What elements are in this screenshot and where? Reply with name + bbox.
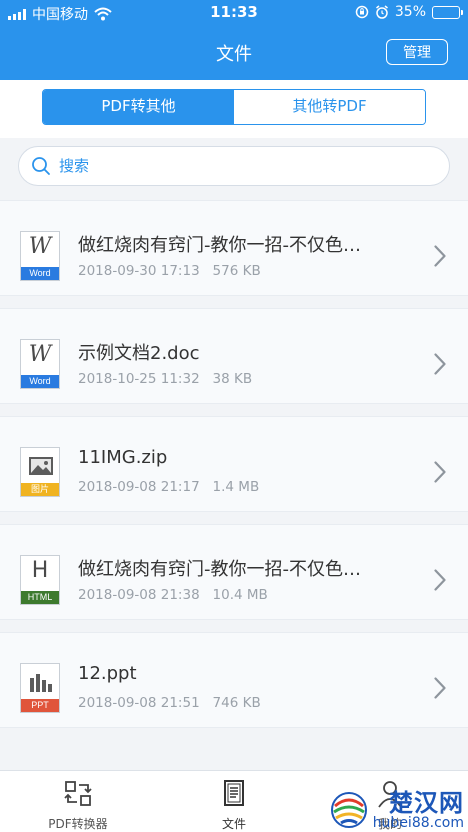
file-meta: 2018-09-08 21:38 10.4 MB (78, 587, 268, 603)
word-file-icon: W Word (20, 231, 60, 281)
file-item[interactable]: PPT 12.ppt 2018-09-08 21:51 746 KB (0, 632, 468, 728)
file-name: 做红烧肉有窍门-教你一招-不仅色… (78, 559, 361, 580)
file-size: 38 KB (212, 371, 253, 387)
segmented-control: PDF转其他 其他转PDF (42, 89, 426, 125)
segment-bar: PDF转其他 其他转PDF (0, 80, 468, 138)
file-type-tag: Word (21, 267, 59, 280)
file-date: 2018-09-30 17:13 (78, 263, 200, 279)
file-type-tag: HTML (21, 591, 59, 604)
file-date: 2018-09-08 21:17 (78, 479, 200, 495)
file-name: 做红烧肉有窍门-教你一招-不仅色… (78, 235, 361, 256)
document-icon (224, 780, 244, 806)
nav-bar: 文件 管理 (0, 26, 468, 80)
file-meta: 2018-10-25 11:32 38 KB (78, 371, 252, 387)
rotation-lock-icon (355, 5, 369, 19)
manage-button[interactable]: 管理 (386, 39, 448, 65)
file-name: 11IMG.zip (78, 447, 168, 468)
file-item[interactable]: 图片 11IMG.zip 2018-09-08 21:17 1.4 MB (0, 416, 468, 512)
file-name: 示例文档2.doc (78, 343, 200, 364)
chevron-right-icon (434, 245, 446, 267)
file-item[interactable]: W Word 做红烧肉有窍门-教你一招-不仅色… 2018-09-30 17:1… (0, 200, 468, 296)
file-type-tag: 图片 (21, 483, 59, 496)
search-input[interactable] (59, 157, 419, 175)
tab-label: PDF转换器 (48, 817, 108, 831)
html-file-icon: H HTML (20, 555, 60, 605)
file-size: 746 KB (212, 695, 261, 711)
file-meta: 2018-09-08 21:51 746 KB (78, 695, 261, 711)
search-icon (32, 157, 50, 175)
watermark-text: 楚汉网 (389, 789, 464, 817)
chevron-right-icon (434, 677, 446, 699)
tab-other-to-pdf[interactable]: 其他转PDF (234, 90, 425, 124)
chevron-right-icon (434, 461, 446, 483)
watermark-url: hubei88.com (372, 815, 464, 831)
file-size: 1.4 MB (212, 479, 260, 495)
site-watermark: 楚汉网 hubei88.com (329, 790, 464, 830)
tab-label: 文件 (221, 817, 246, 831)
file-list: W Word 做红烧肉有窍门-教你一招-不仅色… 2018-09-30 17:1… (0, 200, 468, 740)
chevron-right-icon (434, 569, 446, 591)
file-type-tag: Word (21, 375, 59, 388)
file-size: 576 KB (212, 263, 261, 279)
file-item[interactable]: W Word 示例文档2.doc 2018-10-25 11:32 38 KB (0, 308, 468, 404)
status-bar: 中国移动 11:33 35% (0, 0, 468, 26)
file-meta: 2018-09-30 17:13 576 KB (78, 263, 261, 279)
search-box[interactable] (18, 146, 450, 186)
globe-logo-icon (330, 792, 367, 828)
file-item[interactable]: H HTML 做红烧肉有窍门-教你一招-不仅色… 2018-09-08 21:3… (0, 524, 468, 620)
tab-files[interactable]: 文件 (156, 771, 312, 832)
tab-pdf-converter[interactable]: PDF转换器 (0, 771, 156, 832)
picture-icon (29, 457, 53, 475)
search-area (0, 138, 468, 200)
file-date: 2018-09-08 21:38 (78, 587, 200, 603)
file-name: 12.ppt (78, 663, 137, 684)
file-size: 10.4 MB (212, 587, 268, 603)
word-file-icon: W Word (20, 339, 60, 389)
ppt-file-icon: PPT (20, 663, 60, 713)
file-date: 2018-10-25 11:32 (78, 371, 200, 387)
file-type-tag: PPT (21, 699, 59, 712)
file-date: 2018-09-08 21:51 (78, 695, 200, 711)
alarm-icon (375, 5, 388, 19)
app-header: 中国移动 11:33 35% 文件 管理 (0, 0, 468, 80)
chevron-right-icon (434, 353, 446, 375)
tab-pdf-to-other[interactable]: PDF转其他 (43, 90, 234, 124)
file-meta: 2018-09-08 21:17 1.4 MB (78, 479, 259, 495)
image-file-icon: 图片 (20, 447, 60, 497)
battery-percent: 35% (394, 4, 426, 20)
bar-chart-icon (30, 674, 52, 692)
battery-icon (432, 5, 463, 19)
convert-icon (64, 781, 92, 806)
